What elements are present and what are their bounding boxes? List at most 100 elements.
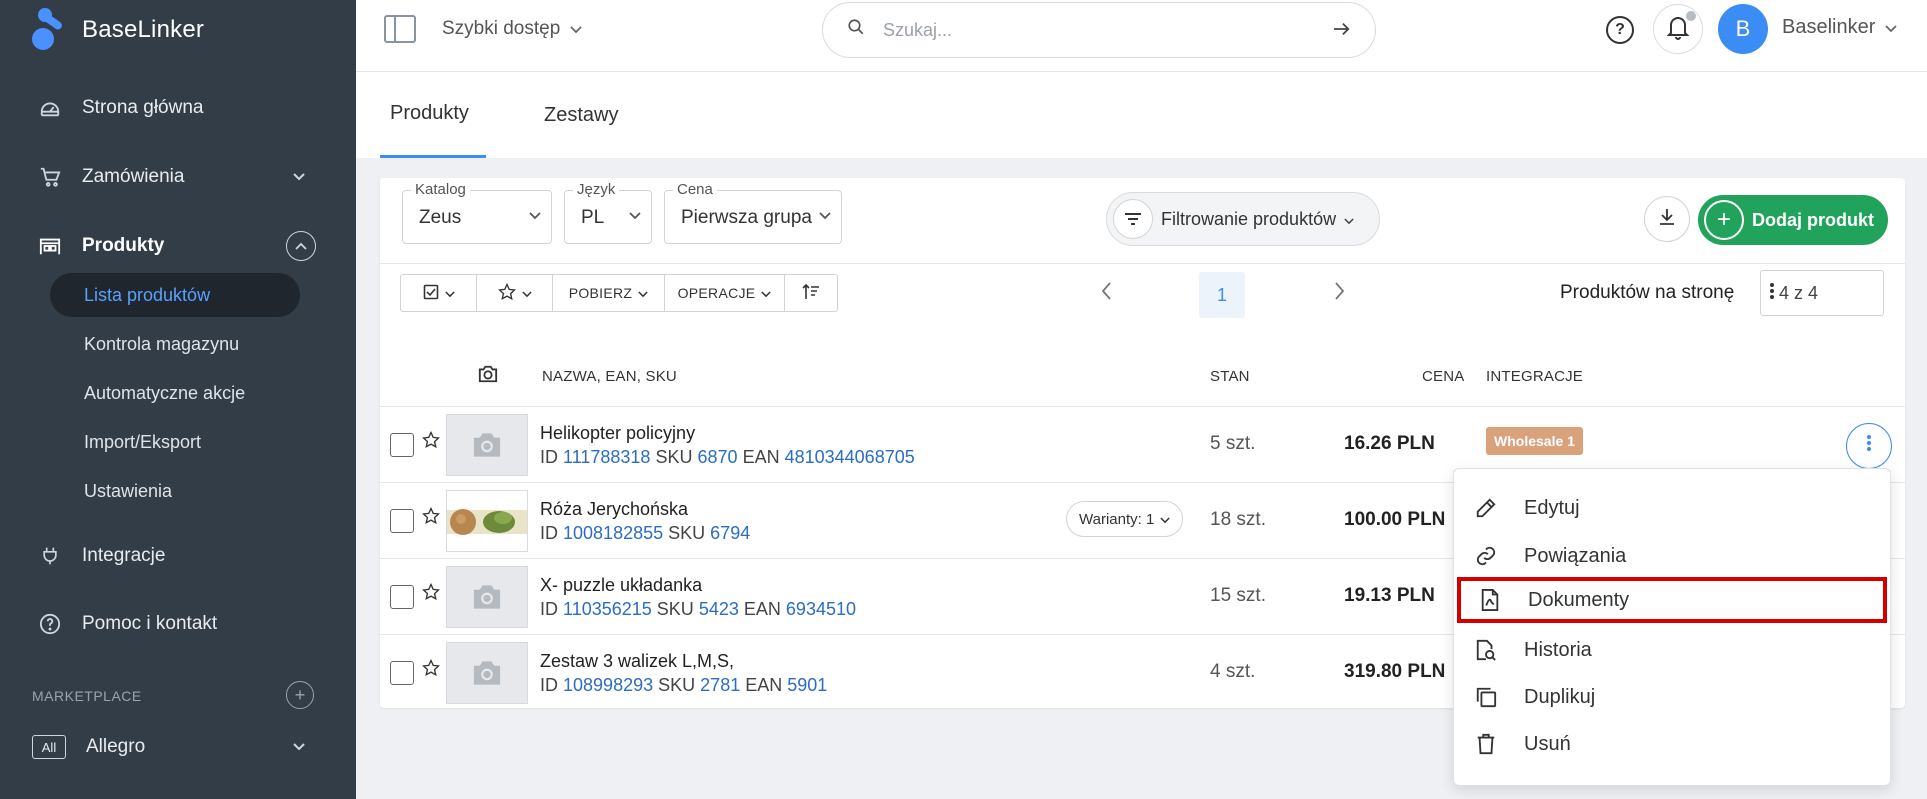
checkbox-icon: [423, 284, 439, 303]
product-id-link[interactable]: 110356215: [563, 599, 652, 619]
chevron-up-icon[interactable]: [286, 231, 316, 261]
product-image-placeholder[interactable]: [446, 414, 528, 476]
integration-badge[interactable]: Wholesale 1: [1486, 427, 1583, 455]
product-ean-link[interactable]: 6934510: [786, 599, 856, 619]
product-image-placeholder[interactable]: [446, 566, 528, 628]
search-input[interactable]: Szukaj...: [883, 20, 1333, 41]
favorites-dropdown[interactable]: [477, 275, 553, 311]
price-group-select[interactable]: Cena Pierwsza grupa: [664, 181, 842, 244]
product-price[interactable]: 100.00 PLN: [1344, 509, 1445, 531]
menu-item-documents[interactable]: Dokumenty: [1457, 577, 1887, 623]
column-header-stock[interactable]: STAN: [1210, 368, 1250, 385]
row-checkbox[interactable]: [390, 433, 414, 457]
chevron-down-icon: [1344, 209, 1354, 230]
sidebar-item-products[interactable]: Produkty: [0, 218, 356, 274]
product-name[interactable]: X- puzzle układanka: [540, 575, 702, 596]
menu-item-delete[interactable]: Usuń: [1454, 721, 1892, 767]
row-checkbox[interactable]: [390, 661, 414, 685]
sidebar-subitem-settings[interactable]: Ustawienia: [50, 469, 300, 513]
variants-dropdown[interactable]: Warianty: 1: [1066, 501, 1184, 537]
row-checkbox[interactable]: [390, 585, 414, 609]
help-icon[interactable]: ?: [1606, 16, 1634, 44]
product-name[interactable]: Helikopter policyjny: [540, 423, 695, 444]
sidebar-subitem-import-export[interactable]: Import/Eksport: [50, 420, 300, 464]
product-stock[interactable]: 18 szt.: [1210, 509, 1266, 531]
per-page-value: 4 z 4: [1779, 282, 1819, 303]
product-price[interactable]: 16.26 PLN: [1344, 433, 1435, 455]
product-price[interactable]: 19.13 PLN: [1344, 585, 1435, 607]
menu-item-history[interactable]: Historia: [1454, 627, 1892, 673]
sidebar-subitem-stock-control[interactable]: Kontrola magazynu: [50, 322, 300, 366]
page-number[interactable]: 1: [1199, 272, 1245, 318]
star-icon[interactable]: [421, 582, 441, 607]
chevron-down-icon: [1160, 511, 1171, 528]
sidebar-item-integrations[interactable]: Integracje: [0, 528, 356, 584]
product-stock[interactable]: 5 szt.: [1210, 433, 1255, 455]
chevron-right-icon[interactable]: [1334, 280, 1345, 306]
menu-item-duplicate[interactable]: Duplikuj: [1454, 674, 1892, 720]
tab-sets[interactable]: Zestawy: [544, 72, 618, 158]
product-ean-link[interactable]: 4810344068705: [785, 447, 915, 467]
product-ean-link[interactable]: 5901: [787, 675, 827, 695]
sidebar-item-orders[interactable]: Zamówienia: [0, 149, 356, 205]
filter-products-button[interactable]: Filtrowanie produktów: [1106, 192, 1380, 246]
product-price[interactable]: 319.80 PLN: [1344, 661, 1445, 683]
download-button[interactable]: [1644, 196, 1690, 242]
duplicate-icon: [1474, 685, 1498, 709]
sidebar-item-help[interactable]: Pomoc i kontakt: [0, 596, 356, 652]
product-sku-link[interactable]: 6870: [698, 447, 738, 467]
search-bar[interactable]: Szukaj...: [822, 2, 1376, 58]
product-id-link[interactable]: 108998293: [563, 675, 653, 695]
row-actions-button[interactable]: [1846, 423, 1892, 469]
sidebar: BaseLinker Strona główna Zamówienia Prod…: [0, 0, 356, 799]
menu-item-label: Powiązania: [1524, 544, 1627, 567]
allegro-badge: All: [32, 735, 66, 759]
product-image-placeholder[interactable]: [446, 642, 528, 704]
product-sku-link[interactable]: 2781: [700, 675, 740, 695]
product-meta: ID 1008182855 SKU 6794: [540, 523, 751, 543]
star-icon[interactable]: [421, 658, 441, 683]
product-stock[interactable]: 4 szt.: [1210, 661, 1255, 683]
language-select[interactable]: Język PL: [564, 181, 652, 244]
row-actions-menu: Edytuj Powiązania Dokumenty Historia Dup…: [1453, 468, 1891, 786]
select-all-dropdown[interactable]: [401, 275, 477, 311]
product-sku-link[interactable]: 5423: [699, 599, 739, 619]
avatar[interactable]: B: [1718, 4, 1768, 54]
menu-item-links[interactable]: Powiązania: [1454, 533, 1892, 579]
product-stock[interactable]: 15 szt.: [1210, 585, 1266, 607]
notifications-button[interactable]: [1653, 4, 1703, 54]
sidebar-item-home[interactable]: Strona główna: [0, 80, 356, 136]
product-name[interactable]: Zestaw 3 walizek L,M,S,: [540, 651, 734, 672]
plus-icon: +: [1704, 200, 1744, 240]
sidebar-subitem-product-list[interactable]: Lista produktów: [50, 273, 300, 317]
arrow-right-icon[interactable]: [1333, 17, 1351, 43]
quick-access-dropdown[interactable]: Szybki dostęp: [442, 18, 582, 40]
sidebar-subitem-auto-actions[interactable]: Automatyczne akcje: [50, 371, 300, 415]
download-dropdown[interactable]: POBIERZ: [553, 275, 665, 311]
sort-button[interactable]: [785, 275, 837, 311]
menu-item-edit[interactable]: Edytuj: [1454, 485, 1892, 531]
download-dropdown-label: POBIERZ: [568, 285, 633, 301]
product-image[interactable]: [446, 490, 528, 552]
column-header-name[interactable]: NAZWA, EAN, SKU: [542, 368, 677, 385]
column-header-price[interactable]: CENA: [1422, 368, 1464, 385]
chevron-left-icon[interactable]: [1101, 280, 1112, 306]
catalog-select[interactable]: Katalog Zeus: [402, 181, 552, 244]
operations-dropdown[interactable]: OPERACJE: [665, 275, 785, 311]
user-menu[interactable]: Baselinker: [1782, 16, 1898, 39]
sidebar-item-allegro[interactable]: All Allegro: [0, 719, 356, 775]
product-id-link[interactable]: 1008182855: [563, 523, 663, 543]
add-marketplace-icon[interactable]: +: [286, 681, 314, 709]
product-sku-link[interactable]: 6794: [710, 523, 750, 543]
product-id-link[interactable]: 111788318: [563, 447, 650, 467]
language-value: PL: [581, 207, 605, 228]
per-page-select[interactable]: 4 z 4: [1760, 270, 1884, 316]
star-icon[interactable]: [421, 506, 441, 531]
logo[interactable]: BaseLinker: [30, 8, 204, 52]
product-name[interactable]: Róża Jerychońska: [540, 499, 688, 520]
star-icon[interactable]: [421, 430, 441, 455]
add-product-button[interactable]: + Dodaj produkt: [1698, 195, 1888, 245]
row-checkbox[interactable]: [390, 509, 414, 533]
tab-products[interactable]: Produkty: [380, 72, 486, 158]
panel-toggle-icon[interactable]: [384, 15, 416, 43]
